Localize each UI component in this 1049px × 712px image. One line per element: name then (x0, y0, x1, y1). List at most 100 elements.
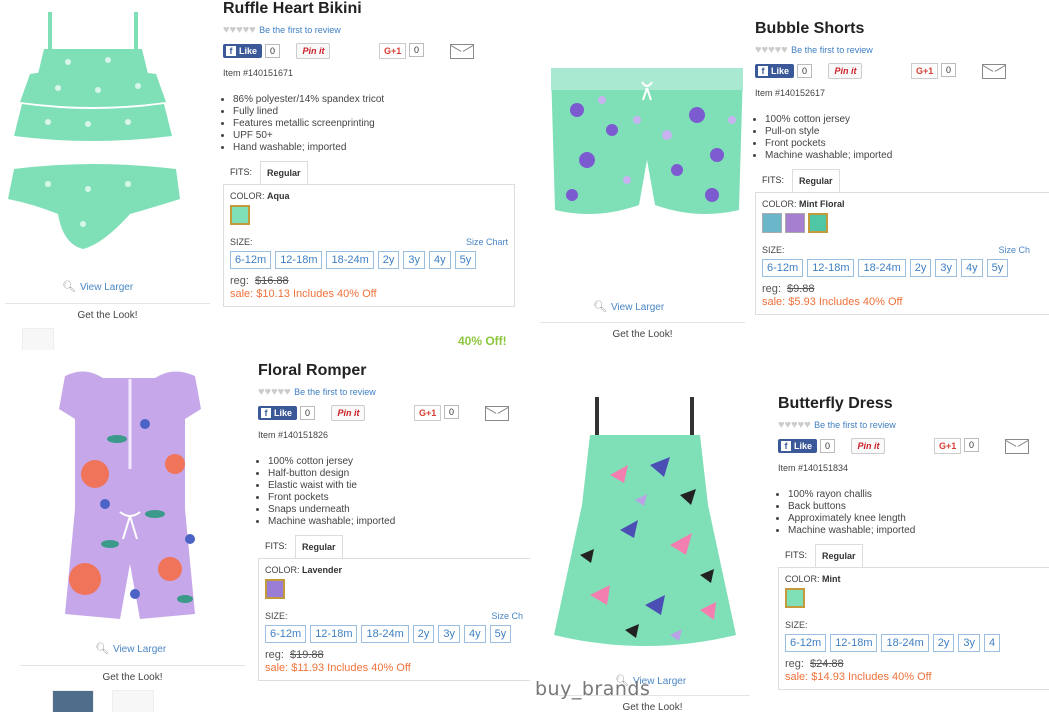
gplus-count: 0 (964, 438, 980, 452)
sale-price: sale: $11.93 Includes 40% Off (265, 662, 411, 674)
view-larger-link[interactable]: 🔍︎ View Larger (62, 280, 133, 293)
bikini-image[interactable] (8, 4, 193, 269)
tab-regular[interactable]: Regular (260, 161, 308, 184)
fits-label: FITS: (785, 550, 807, 560)
color-value: Mint (822, 574, 841, 584)
size-options: 6-12m 12-18m 18-24m 2y 3y 4 (785, 634, 1049, 652)
size-option[interactable]: 12-18m (830, 634, 878, 652)
like-count: 0 (300, 405, 316, 420)
facebook-like-button[interactable]: f Like (755, 63, 795, 78)
facebook-icon: f (261, 407, 271, 418)
pinterest-button[interactable]: Pin it (296, 42, 331, 59)
size-option[interactable]: 5y (986, 259, 1009, 277)
feature-item: Front pockets (268, 492, 530, 504)
mail-icon[interactable] (485, 406, 509, 421)
feature-item: Features metallic screenprinting (233, 118, 515, 130)
size-option[interactable]: 4y (429, 251, 451, 269)
tab-regular[interactable]: Regular (792, 169, 840, 192)
options-box: COLOR: Aqua SIZE: Size Chart 6-12m 12-18m 1… (223, 184, 515, 307)
dress-image[interactable] (550, 395, 740, 665)
size-chart-link[interactable]: Size Ch (491, 611, 523, 621)
color-swatch[interactable] (785, 213, 805, 233)
color-swatch[interactable] (762, 213, 782, 233)
size-option[interactable]: 2y (909, 259, 932, 277)
review-link[interactable]: Be the first to review (294, 387, 376, 397)
size-option[interactable]: 2y (932, 634, 955, 652)
view-larger-link[interactable]: 🔍︎ View Larger (95, 642, 166, 655)
size-option[interactable]: 6-12m (265, 625, 307, 643)
feature-item: Back buttons (788, 501, 1049, 513)
color-swatch-aqua[interactable] (230, 205, 250, 225)
size-option[interactable]: 12-18m (807, 259, 855, 277)
review-link[interactable]: Be the first to review (259, 25, 341, 35)
size-option[interactable]: 3y (958, 634, 981, 652)
size-option[interactable]: 3y (403, 251, 426, 269)
pinterest-button[interactable]: Pin it (331, 404, 366, 421)
feature-item: 100% rayon challis (788, 489, 1049, 501)
fits-row: FITS: Regular (778, 543, 1049, 567)
size-option[interactable]: 3y (438, 625, 461, 643)
size-option[interactable]: 4y (961, 259, 983, 277)
facebook-like-button[interactable]: f Like (223, 43, 263, 58)
mail-icon[interactable] (450, 44, 474, 59)
color-swatch-mint[interactable] (785, 588, 805, 608)
size-option[interactable]: 5y (489, 625, 512, 643)
size-option[interactable]: 18-24m (858, 259, 906, 277)
size-option[interactable]: 6-12m (762, 259, 804, 277)
size-header: SIZE: (785, 620, 808, 630)
tab-regular[interactable]: Regular (295, 535, 343, 558)
size-option[interactable]: 2y (412, 625, 435, 643)
mail-icon[interactable] (1005, 439, 1029, 454)
rating-row: ♥♥♥♥♥ Be the first to review (755, 44, 1049, 56)
color-swatch-lavender[interactable] (265, 579, 285, 599)
product-panel-ruffle-heart-bikini: 🔍︎ View Larger Get the Look! Ruffle Heart… (0, 0, 515, 350)
size-option[interactable]: 3y (935, 259, 958, 277)
shorts-image[interactable] (547, 60, 747, 235)
tab-regular[interactable]: Regular (815, 544, 863, 567)
thumbnail[interactable] (22, 328, 54, 350)
size-option[interactable]: 6-12m (230, 251, 272, 269)
feature-item: 86% polyester/14% spandex tricot (233, 94, 515, 106)
google-plus-button[interactable]: G+1 (911, 63, 939, 79)
size-option[interactable]: 2y (377, 251, 400, 269)
heart-icon: ♥♥♥♥♥ (778, 419, 811, 431)
sale-price: sale: $14.93 Includes 40% Off (785, 671, 932, 683)
size-chart-link[interactable]: Size Ch (998, 245, 1030, 255)
google-plus-button[interactable]: G+1 (414, 405, 442, 421)
color-swatch-mint-floral[interactable] (808, 213, 828, 233)
google-plus-button[interactable]: G+1 (379, 43, 407, 59)
size-option[interactable]: 18-24m (361, 625, 409, 643)
size-chart-link[interactable]: Size Chart (466, 237, 508, 247)
facebook-like-button[interactable]: f Like (778, 438, 818, 453)
fits-row: FITS: Regular (755, 168, 1049, 192)
sale-price: sale: $5.93 Includes 40% Off (762, 296, 903, 308)
gplus-count: 0 (444, 405, 460, 419)
view-larger-link[interactable]: 🔍︎ View Larger (593, 300, 664, 313)
pinterest-button[interactable]: Pin it (851, 437, 886, 454)
mail-icon[interactable] (982, 64, 1006, 79)
color-swatches (785, 588, 1049, 612)
thumbnail[interactable] (112, 690, 154, 712)
like-count: 0 (265, 43, 281, 58)
size-option[interactable]: 4y (464, 625, 486, 643)
fits-row: FITS: Regular (258, 534, 530, 558)
product-title: Ruffle Heart Bikini (223, 0, 362, 17)
review-link[interactable]: Be the first to review (814, 420, 896, 430)
size-option[interactable]: 18-24m (881, 634, 929, 652)
size-option[interactable]: 12-18m (310, 625, 358, 643)
pinterest-button[interactable]: Pin it (828, 62, 863, 79)
google-plus-button[interactable]: G+1 (934, 438, 962, 454)
size-option[interactable]: 6-12m (785, 634, 827, 652)
size-option[interactable]: 18-24m (326, 251, 374, 269)
thumbnail[interactable] (52, 690, 94, 712)
size-option[interactable]: 4 (984, 634, 1001, 652)
size-option[interactable]: 5y (454, 251, 477, 269)
romper-image[interactable] (45, 364, 215, 626)
size-option[interactable]: 12-18m (275, 251, 323, 269)
facebook-like-button[interactable]: f Like (258, 405, 298, 420)
rating-row: ♥♥♥♥♥ Be the first to review (258, 386, 530, 398)
feature-item: Machine washable; imported (268, 516, 530, 528)
feature-item: Machine washable; imported (765, 150, 1049, 162)
watermark: buy_brands (535, 678, 651, 700)
review-link[interactable]: Be the first to review (791, 45, 873, 55)
